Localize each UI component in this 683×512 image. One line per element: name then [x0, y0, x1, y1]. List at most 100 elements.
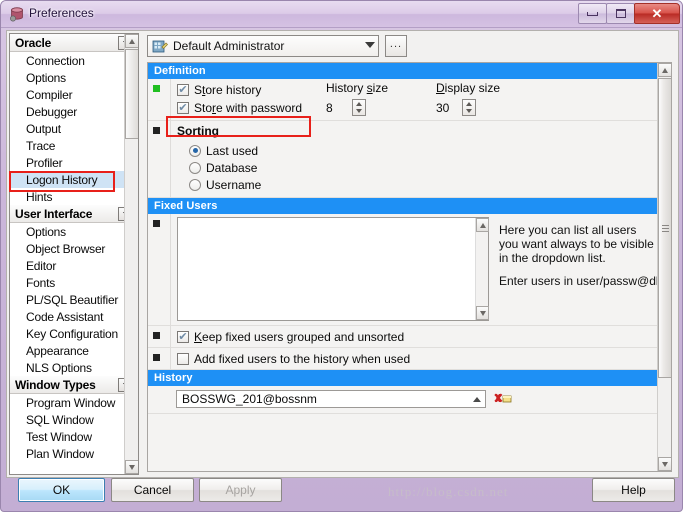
display-size-value[interactable]: 30 — [436, 101, 462, 115]
spinner-up-button[interactable] — [353, 100, 365, 108]
minimize-button[interactable] — [578, 3, 607, 24]
preferences-category-tree[interactable]: Oracle Connection Options Compiler Debug… — [9, 33, 139, 475]
chevron-down-icon[interactable] — [365, 42, 375, 48]
radio-username[interactable] — [189, 178, 201, 191]
sidebar-item-plsql-beautifier[interactable]: PL/SQL Beautifier — [10, 291, 138, 308]
sorting-option-database[interactable]: Database — [177, 159, 658, 176]
fixed-users-textarea[interactable] — [177, 217, 489, 321]
status-bullet-black — [153, 354, 160, 361]
sidebar-item-trace[interactable]: Trace — [10, 137, 138, 154]
history-size-spinner[interactable] — [352, 99, 366, 116]
fixed-users-row: Here you can list all users you want alw… — [148, 214, 658, 326]
scroll-down-button[interactable] — [658, 457, 671, 471]
sidebar-item-hints[interactable]: Hints — [10, 188, 138, 205]
history-size-value[interactable]: 8 — [326, 101, 352, 115]
category-group-label: User Interface — [15, 206, 93, 221]
settings-scrollbar[interactable] — [657, 63, 671, 471]
sidebar-item-program-window[interactable]: Program Window — [10, 394, 138, 411]
scroll-up-button[interactable] — [125, 34, 138, 48]
scroll-up-button[interactable] — [476, 218, 489, 232]
scroll-up-button[interactable] — [658, 63, 671, 77]
chevron-up-icon[interactable] — [473, 396, 481, 402]
sidebar-scrollbar-thumb[interactable] — [125, 49, 138, 139]
profile-combobox[interactable]: Default Administrator — [147, 35, 379, 57]
sidebar-item-connection[interactable]: Connection — [10, 52, 138, 69]
category-group-user-interface[interactable]: User Interface — [10, 205, 138, 223]
category-group-window-types[interactable]: Window Types — [10, 376, 138, 394]
display-size-spinner[interactable] — [462, 99, 476, 116]
category-group-label: Oracle — [15, 35, 52, 50]
keep-grouped-checkbox[interactable]: ✔ — [177, 331, 189, 343]
maximize-icon — [615, 9, 626, 18]
status-bullet-black — [153, 220, 160, 227]
maximize-button[interactable] — [606, 3, 635, 24]
chevron-up-icon — [662, 67, 668, 73]
user-profile-icon — [152, 38, 168, 54]
category-group-oracle[interactable]: Oracle — [10, 34, 138, 52]
fixed-users-scrollbar[interactable] — [475, 218, 489, 320]
store-history-checkbox[interactable]: ✔ — [177, 83, 189, 96]
history-entry-value: BOSSWG_201@bossnm — [182, 391, 317, 406]
chevron-down-icon — [129, 464, 135, 470]
store-with-password-checkbox[interactable]: ✔ — [177, 101, 189, 114]
close-button[interactable]: ✕ — [634, 3, 680, 24]
ok-button[interactable]: OK — [18, 478, 105, 502]
scroll-down-button[interactable] — [476, 306, 489, 320]
sorting-option-last-used[interactable]: Last used — [177, 142, 658, 159]
sidebar-item-plan-window[interactable]: Plan Window — [10, 445, 138, 462]
sidebar-item-profiler[interactable]: Profiler — [10, 154, 138, 171]
cancel-button[interactable]: Cancel — [111, 478, 194, 502]
store-with-password-checkbox-row[interactable]: ✔ Store with password — [177, 98, 658, 117]
sorting-option-label: Username — [206, 177, 262, 192]
section-header-definition: Definition — [148, 63, 658, 79]
add-to-history-checkbox-row[interactable]: Add fixed users to the history when used — [177, 348, 658, 370]
chevron-up-icon — [356, 101, 362, 106]
sidebar-item-fonts[interactable]: Fonts — [10, 274, 138, 291]
spinner-down-button[interactable] — [353, 108, 365, 116]
window-title: Preferences — [29, 6, 94, 20]
chevron-down-icon — [466, 109, 472, 114]
sidebar-item-sql-window[interactable]: SQL Window — [10, 411, 138, 428]
store-with-password-label: Store with password — [194, 100, 303, 115]
history-entry-combobox[interactable]: BOSSWG_201@bossnm — [176, 389, 486, 408]
sidebar-item-debugger[interactable]: Debugger — [10, 103, 138, 120]
spinner-up-button[interactable] — [463, 100, 475, 108]
chevron-up-icon — [466, 101, 472, 106]
profile-more-button[interactable]: ... — [385, 35, 407, 57]
chevron-up-icon — [129, 38, 135, 44]
add-to-history-row: Add fixed users to the history when used — [148, 348, 658, 370]
help-line-2: you want always to be visible — [499, 237, 654, 251]
sidebar-item-logon-history[interactable]: Logon History — [10, 171, 138, 188]
preferences-window: Preferences ✕ Oracle Connection Options … — [0, 0, 683, 512]
sidebar-item-editor[interactable]: Editor — [10, 257, 138, 274]
settings-scrollbar-thumb[interactable] — [658, 78, 671, 378]
sidebar-item-code-assistant[interactable]: Code Assistant — [10, 308, 138, 325]
help-line-3: in the dropdown list. — [499, 251, 606, 265]
delete-entry-icon[interactable] — [494, 391, 512, 407]
sidebar-scrollbar[interactable] — [124, 34, 138, 474]
keep-grouped-checkbox-row[interactable]: ✔ Keep fixed users grouped and unsorted — [177, 326, 658, 348]
close-icon: ✕ — [651, 6, 663, 21]
sidebar-item-appearance[interactable]: Appearance — [10, 342, 138, 359]
sidebar-item-ui-options[interactable]: Options — [10, 223, 138, 240]
sidebar-item-nls-options[interactable]: NLS Options — [10, 359, 138, 376]
section-header-history: History — [148, 370, 658, 386]
radio-last-used[interactable] — [189, 144, 201, 157]
sorting-option-username[interactable]: Username — [177, 176, 658, 193]
help-line-4: Enter users in user/passw@db s — [499, 274, 658, 288]
sidebar-item-compiler[interactable]: Compiler — [10, 86, 138, 103]
history-size-field: History size 8 — [326, 81, 388, 116]
spinner-down-button[interactable] — [463, 108, 475, 116]
help-line-1: Here you can list all users — [499, 223, 637, 237]
scrollbar-grip-icon — [661, 223, 669, 234]
fixed-users-help-text: Here you can list all users you want alw… — [489, 217, 658, 325]
sidebar-item-object-browser[interactable]: Object Browser — [10, 240, 138, 257]
sidebar-item-test-window[interactable]: Test Window — [10, 428, 138, 445]
help-button[interactable]: Help — [592, 478, 675, 502]
add-to-history-checkbox[interactable] — [177, 353, 189, 365]
sidebar-item-key-configuration[interactable]: Key Configuration — [10, 325, 138, 342]
store-history-checkbox-row[interactable]: ✔ Store history — [177, 79, 658, 98]
sidebar-item-output[interactable]: Output — [10, 120, 138, 137]
sidebar-item-options[interactable]: Options — [10, 69, 138, 86]
radio-database[interactable] — [189, 161, 201, 174]
